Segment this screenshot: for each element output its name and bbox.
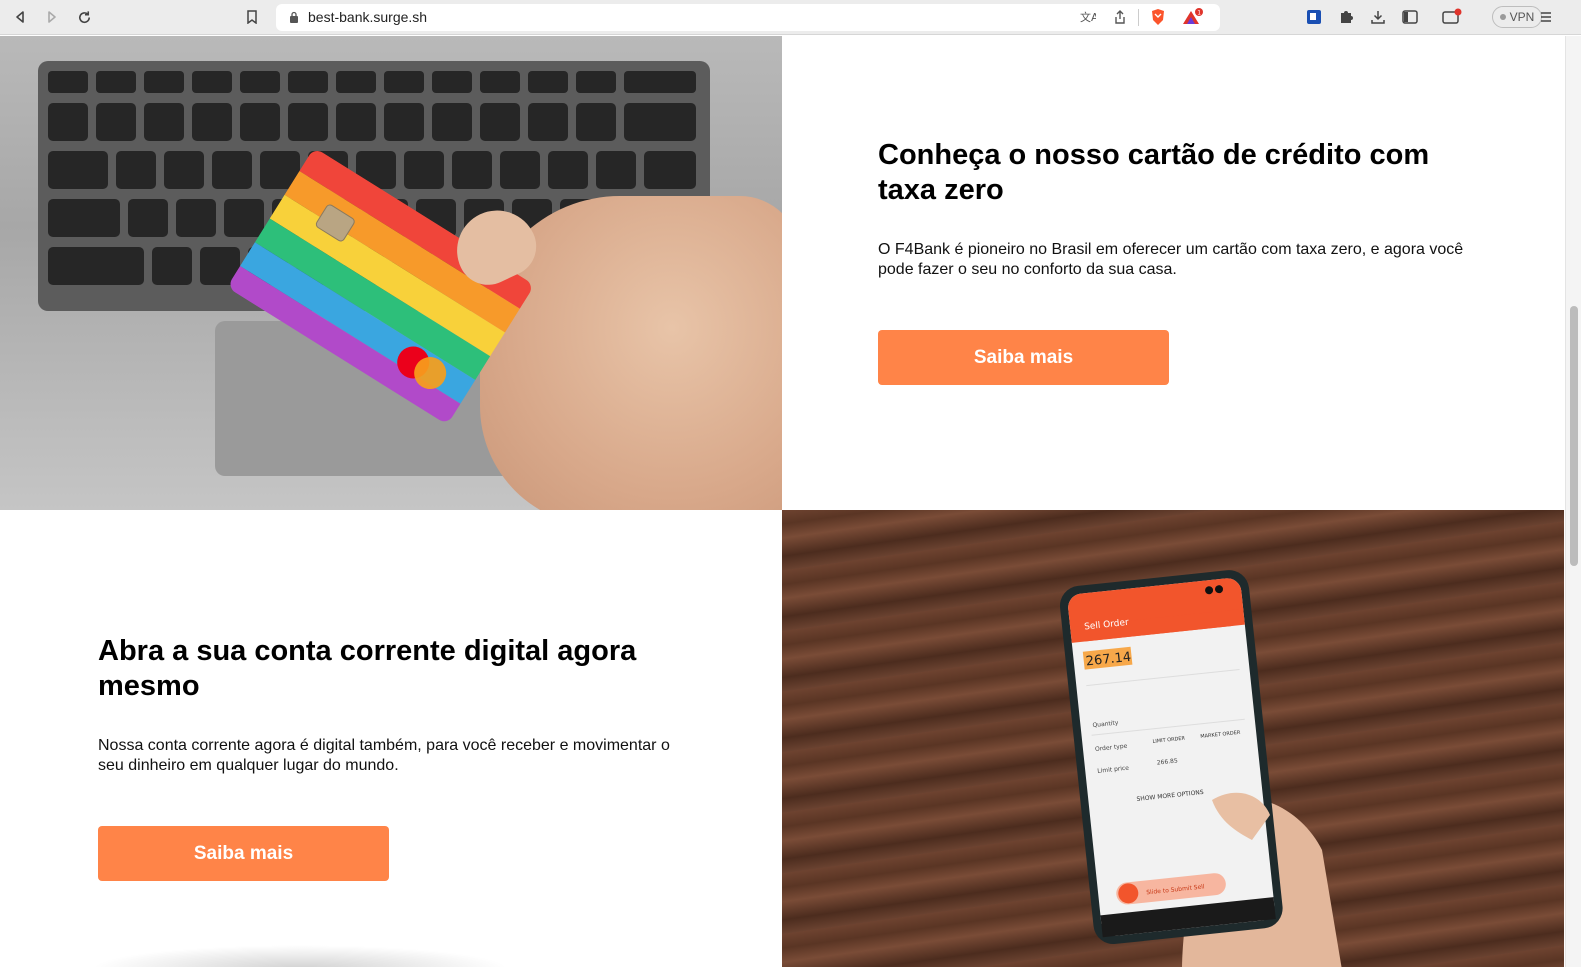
wallet-icon[interactable] bbox=[1440, 6, 1464, 28]
page-scrollbar[interactable] bbox=[1565, 36, 1581, 967]
card-shadow bbox=[90, 945, 510, 967]
credit-card-heading: Conheça o nosso cartão de crédito com ta… bbox=[878, 139, 1430, 206]
digital-account-saiba-mais-button[interactable]: Saiba mais bbox=[98, 826, 389, 881]
rewards-badge-count: 1 bbox=[1197, 9, 1201, 16]
url-text: best-bank.surge.sh bbox=[308, 9, 428, 25]
extension-icon[interactable] bbox=[1302, 6, 1326, 28]
digital-account-text: Abra a sua conta corrente digital agora … bbox=[0, 510, 783, 967]
sidebar-icon[interactable] bbox=[1398, 6, 1422, 28]
scrollbar-thumb[interactable] bbox=[1570, 306, 1578, 566]
forward-icon[interactable] bbox=[40, 6, 64, 28]
page-content: Conheça o nosso cartão de crédito com ta… bbox=[0, 36, 1565, 967]
lock-icon bbox=[290, 11, 298, 23]
browser-toolbar: best-bank.surge.sh 文A 1 VPN bbox=[0, 0, 1581, 35]
vpn-status-dot bbox=[1499, 14, 1506, 20]
digital-account-heading: Abra a sua conta corrente digital agora … bbox=[98, 635, 637, 702]
credit-card-section: Conheça o nosso cartão de crédito com ta… bbox=[0, 36, 1565, 510]
vpn-label: VPN bbox=[1509, 10, 1535, 24]
address-bar[interactable]: best-bank.surge.sh 文A 1 bbox=[276, 4, 1220, 31]
puzzle-extensions-icon[interactable] bbox=[1334, 6, 1358, 28]
svg-text:文A: 文A bbox=[1080, 10, 1096, 24]
digital-account-section: Abra a sua conta corrente digital agora … bbox=[0, 510, 1565, 967]
smartphone: Sell Order 267.14 Quantity Order type LI… bbox=[1059, 570, 1283, 945]
credit-card-saiba-mais-button[interactable]: Saiba mais bbox=[878, 330, 1169, 385]
bookmark-icon[interactable] bbox=[240, 6, 264, 28]
share-icon[interactable] bbox=[1108, 6, 1132, 28]
credit-card-description: O F4Bank é pioneiro no Brasil em oferece… bbox=[878, 241, 1464, 278]
rainbow-credit-card bbox=[226, 147, 535, 425]
download-icon[interactable] bbox=[1366, 6, 1390, 28]
smartphone-image: Sell Order 267.14 Quantity Order type LI… bbox=[782, 510, 1564, 967]
reload-icon[interactable] bbox=[72, 6, 96, 28]
translate-icon[interactable]: 文A bbox=[1076, 6, 1100, 28]
back-icon[interactable] bbox=[8, 6, 32, 28]
credit-card-image bbox=[0, 36, 782, 510]
credit-card-text: Conheça o nosso cartão de crédito com ta… bbox=[782, 36, 1565, 510]
brave-shield-icon[interactable] bbox=[1146, 6, 1170, 28]
brave-rewards-icon[interactable]: 1 bbox=[1180, 6, 1204, 28]
digital-account-description: Nossa conta corrente agora é digital tam… bbox=[98, 737, 670, 774]
menu-icon[interactable] bbox=[1534, 6, 1558, 28]
